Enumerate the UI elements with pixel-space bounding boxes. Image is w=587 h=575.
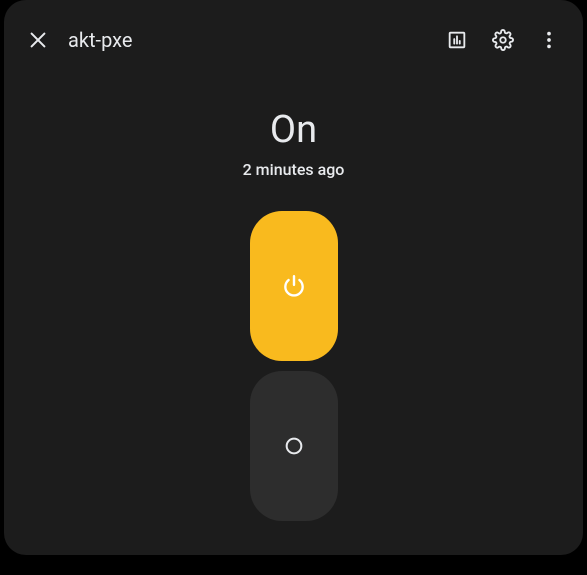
entity-title: akt-pxe [68, 28, 437, 52]
power-icon [281, 273, 307, 299]
last-changed-label: 2 minutes ago [4, 160, 583, 179]
close-icon [27, 29, 49, 51]
entity-card: akt-pxe [4, 0, 583, 555]
chart-icon [446, 29, 468, 51]
more-button[interactable] [529, 20, 569, 60]
state-label: On [4, 108, 583, 152]
on-button[interactable] [250, 211, 338, 361]
header-actions [437, 20, 569, 60]
control-area [4, 211, 583, 521]
close-button[interactable] [18, 20, 58, 60]
gear-icon [492, 29, 514, 51]
header: akt-pxe [4, 20, 583, 60]
history-button[interactable] [437, 20, 477, 60]
settings-button[interactable] [483, 20, 523, 60]
more-vert-icon [538, 29, 560, 51]
off-button[interactable] [250, 371, 338, 521]
status-area: On 2 minutes ago [4, 108, 583, 179]
circle-icon [283, 435, 305, 457]
